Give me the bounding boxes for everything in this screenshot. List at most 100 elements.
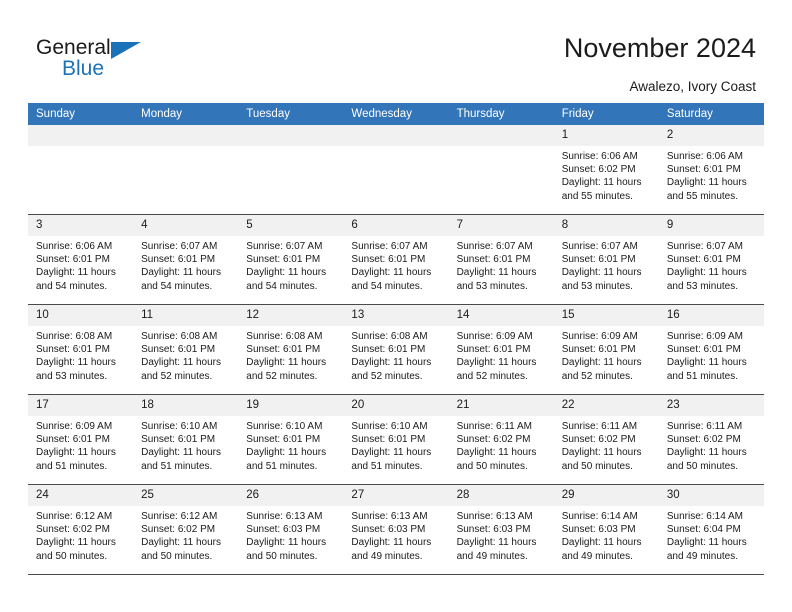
day-info: Sunrise: 6:14 AM Sunset: 6:04 PM Dayligh… bbox=[659, 506, 764, 563]
general-blue-logo[interactable]: General Blue bbox=[36, 36, 146, 84]
page-subtitle-location: Awalezo, Ivory Coast bbox=[629, 79, 756, 94]
day-cell[interactable]: 22 Sunrise: 6:11 AM Sunset: 6:02 PM Dayl… bbox=[553, 394, 659, 485]
day-cell[interactable]: 6 Sunrise: 6:07 AM Sunset: 6:01 PM Dayli… bbox=[343, 214, 449, 305]
weekday-header-thursday: Thursday bbox=[448, 103, 554, 125]
day-number: 22 bbox=[553, 395, 659, 416]
sunset-text: Sunset: 6:01 PM bbox=[666, 164, 741, 176]
day-info: Sunrise: 6:08 AM Sunset: 6:01 PM Dayligh… bbox=[343, 326, 448, 383]
day-cell[interactable]: 12 Sunrise: 6:08 AM Sunset: 6:01 PM Dayl… bbox=[238, 304, 344, 395]
sunset-text: Sunset: 6:01 PM bbox=[36, 434, 110, 446]
sunset-text: Sunset: 6:01 PM bbox=[246, 254, 321, 266]
day-number: 28 bbox=[448, 485, 554, 506]
day-cell[interactable]: 23 Sunrise: 6:11 AM Sunset: 6:02 PM Dayl… bbox=[658, 394, 764, 485]
day-cell[interactable]: 1 Sunrise: 6:06 AM Sunset: 6:02 PM Dayli… bbox=[553, 125, 659, 215]
day-number: 10 bbox=[28, 305, 134, 326]
sunrise-text: Sunrise: 6:06 AM bbox=[36, 241, 113, 252]
day-cell[interactable]: 8 Sunrise: 6:07 AM Sunset: 6:01 PM Dayli… bbox=[553, 214, 659, 305]
day-cell[interactable]: 14 Sunrise: 6:09 AM Sunset: 6:01 PM Dayl… bbox=[448, 304, 554, 395]
sunrise-text: Sunrise: 6:07 AM bbox=[246, 241, 323, 252]
day-number: 8 bbox=[553, 215, 659, 236]
daylight-text: Daylight: 11 hours and 50 minutes. bbox=[561, 447, 642, 472]
day-cell[interactable]: 28 Sunrise: 6:13 AM Sunset: 6:03 PM Dayl… bbox=[448, 484, 554, 575]
day-cell[interactable]: 20 Sunrise: 6:10 AM Sunset: 6:01 PM Dayl… bbox=[343, 394, 449, 485]
day-cell[interactable]: 9 Sunrise: 6:07 AM Sunset: 6:01 PM Dayli… bbox=[658, 214, 764, 305]
day-info: Sunrise: 6:08 AM Sunset: 6:01 PM Dayligh… bbox=[238, 326, 343, 383]
daylight-text: Daylight: 11 hours and 53 minutes. bbox=[561, 267, 642, 292]
day-cell[interactable]: 3 Sunrise: 6:06 AM Sunset: 6:01 PM Dayli… bbox=[28, 214, 134, 305]
sunset-text: Sunset: 6:01 PM bbox=[351, 254, 426, 266]
day-number bbox=[448, 125, 554, 146]
daylight-text: Daylight: 11 hours and 50 minutes. bbox=[246, 537, 327, 562]
day-cell[interactable]: 11 Sunrise: 6:08 AM Sunset: 6:01 PM Dayl… bbox=[133, 304, 239, 395]
day-cell[interactable]: 25 Sunrise: 6:12 AM Sunset: 6:02 PM Dayl… bbox=[133, 484, 239, 575]
day-info: Sunrise: 6:06 AM Sunset: 6:01 PM Dayligh… bbox=[659, 146, 764, 203]
day-cell[interactable]: 16 Sunrise: 6:09 AM Sunset: 6:01 PM Dayl… bbox=[658, 304, 764, 395]
day-cell[interactable]: 30 Sunrise: 6:14 AM Sunset: 6:04 PM Dayl… bbox=[658, 484, 764, 575]
sunset-text: Sunset: 6:01 PM bbox=[666, 254, 741, 266]
day-info: Sunrise: 6:12 AM Sunset: 6:02 PM Dayligh… bbox=[28, 506, 133, 563]
calendar-page: General Blue November 2024 Awalezo, Ivor… bbox=[0, 0, 792, 612]
sunset-text: Sunset: 6:03 PM bbox=[246, 524, 321, 536]
calendar-body: 1 Sunrise: 6:06 AM Sunset: 6:02 PM Dayli… bbox=[28, 125, 764, 575]
day-cell[interactable]: 10 Sunrise: 6:08 AM Sunset: 6:01 PM Dayl… bbox=[28, 304, 134, 395]
day-info: Sunrise: 6:14 AM Sunset: 6:03 PM Dayligh… bbox=[554, 506, 659, 563]
day-number bbox=[343, 125, 449, 146]
sunset-text: Sunset: 6:01 PM bbox=[141, 344, 216, 356]
day-cell-empty bbox=[448, 125, 554, 215]
sunrise-text: Sunrise: 6:09 AM bbox=[561, 331, 638, 342]
sunrise-text: Sunrise: 6:07 AM bbox=[141, 241, 218, 252]
day-info: Sunrise: 6:10 AM Sunset: 6:01 PM Dayligh… bbox=[343, 416, 448, 473]
day-number: 30 bbox=[658, 485, 764, 506]
sunset-text: Sunset: 6:01 PM bbox=[141, 254, 216, 266]
weekday-header-saturday: Saturday bbox=[658, 103, 764, 125]
day-number: 29 bbox=[553, 485, 659, 506]
day-cell[interactable]: 2 Sunrise: 6:06 AM Sunset: 6:01 PM Dayli… bbox=[658, 125, 764, 215]
sunset-text: Sunset: 6:03 PM bbox=[456, 524, 531, 536]
day-number bbox=[28, 125, 134, 146]
day-cell[interactable]: 7 Sunrise: 6:07 AM Sunset: 6:01 PM Dayli… bbox=[448, 214, 554, 305]
day-info: Sunrise: 6:07 AM Sunset: 6:01 PM Dayligh… bbox=[133, 236, 238, 293]
sunset-text: Sunset: 6:01 PM bbox=[246, 344, 321, 356]
calendar-week-row: 1 Sunrise: 6:06 AM Sunset: 6:02 PM Dayli… bbox=[28, 125, 764, 215]
daylight-text: Daylight: 11 hours and 52 minutes. bbox=[246, 357, 327, 382]
day-number: 19 bbox=[238, 395, 344, 416]
sunrise-text: Sunrise: 6:08 AM bbox=[246, 331, 323, 342]
sunrise-text: Sunrise: 6:08 AM bbox=[141, 331, 218, 342]
day-cell[interactable]: 24 Sunrise: 6:12 AM Sunset: 6:02 PM Dayl… bbox=[28, 484, 134, 575]
daylight-text: Daylight: 11 hours and 52 minutes. bbox=[141, 357, 221, 382]
sunset-text: Sunset: 6:01 PM bbox=[666, 344, 741, 356]
day-number: 7 bbox=[448, 215, 554, 236]
day-number: 24 bbox=[28, 485, 134, 506]
logo-triangle-icon bbox=[111, 42, 141, 59]
daylight-text: Daylight: 11 hours and 54 minutes. bbox=[246, 267, 327, 292]
day-info: Sunrise: 6:07 AM Sunset: 6:01 PM Dayligh… bbox=[554, 236, 659, 293]
day-cell[interactable]: 4 Sunrise: 6:07 AM Sunset: 6:01 PM Dayli… bbox=[133, 214, 239, 305]
sunset-text: Sunset: 6:03 PM bbox=[561, 524, 636, 536]
day-cell[interactable]: 13 Sunrise: 6:08 AM Sunset: 6:01 PM Dayl… bbox=[343, 304, 449, 395]
daylight-text: Daylight: 11 hours and 55 minutes. bbox=[561, 177, 642, 202]
day-number bbox=[133, 125, 239, 146]
sunrise-text: Sunrise: 6:12 AM bbox=[36, 511, 113, 522]
day-cell[interactable]: 5 Sunrise: 6:07 AM Sunset: 6:01 PM Dayli… bbox=[238, 214, 344, 305]
day-cell[interactable]: 15 Sunrise: 6:09 AM Sunset: 6:01 PM Dayl… bbox=[553, 304, 659, 395]
day-cell-empty bbox=[238, 125, 344, 215]
daylight-text: Daylight: 11 hours and 49 minutes. bbox=[456, 537, 537, 562]
day-number: 6 bbox=[343, 215, 449, 236]
weekday-header-tuesday: Tuesday bbox=[238, 103, 344, 125]
sunrise-text: Sunrise: 6:10 AM bbox=[141, 421, 218, 432]
day-cell[interactable]: 21 Sunrise: 6:11 AM Sunset: 6:02 PM Dayl… bbox=[448, 394, 554, 485]
day-cell[interactable]: 19 Sunrise: 6:10 AM Sunset: 6:01 PM Dayl… bbox=[238, 394, 344, 485]
daylight-text: Daylight: 11 hours and 54 minutes. bbox=[141, 267, 221, 292]
day-number: 25 bbox=[133, 485, 239, 506]
day-number: 1 bbox=[553, 125, 659, 146]
day-cell[interactable]: 17 Sunrise: 6:09 AM Sunset: 6:01 PM Dayl… bbox=[28, 394, 134, 485]
day-number: 12 bbox=[238, 305, 344, 326]
weekday-header-sunday: Sunday bbox=[28, 103, 134, 125]
day-info: Sunrise: 6:10 AM Sunset: 6:01 PM Dayligh… bbox=[133, 416, 238, 473]
day-cell[interactable]: 18 Sunrise: 6:10 AM Sunset: 6:01 PM Dayl… bbox=[133, 394, 239, 485]
page-header: General Blue November 2024 Awalezo, Ivor… bbox=[0, 0, 792, 103]
sunrise-text: Sunrise: 6:06 AM bbox=[561, 151, 638, 162]
day-cell[interactable]: 27 Sunrise: 6:13 AM Sunset: 6:03 PM Dayl… bbox=[343, 484, 449, 575]
day-cell[interactable]: 26 Sunrise: 6:13 AM Sunset: 6:03 PM Dayl… bbox=[238, 484, 344, 575]
day-cell[interactable]: 29 Sunrise: 6:14 AM Sunset: 6:03 PM Dayl… bbox=[553, 484, 659, 575]
